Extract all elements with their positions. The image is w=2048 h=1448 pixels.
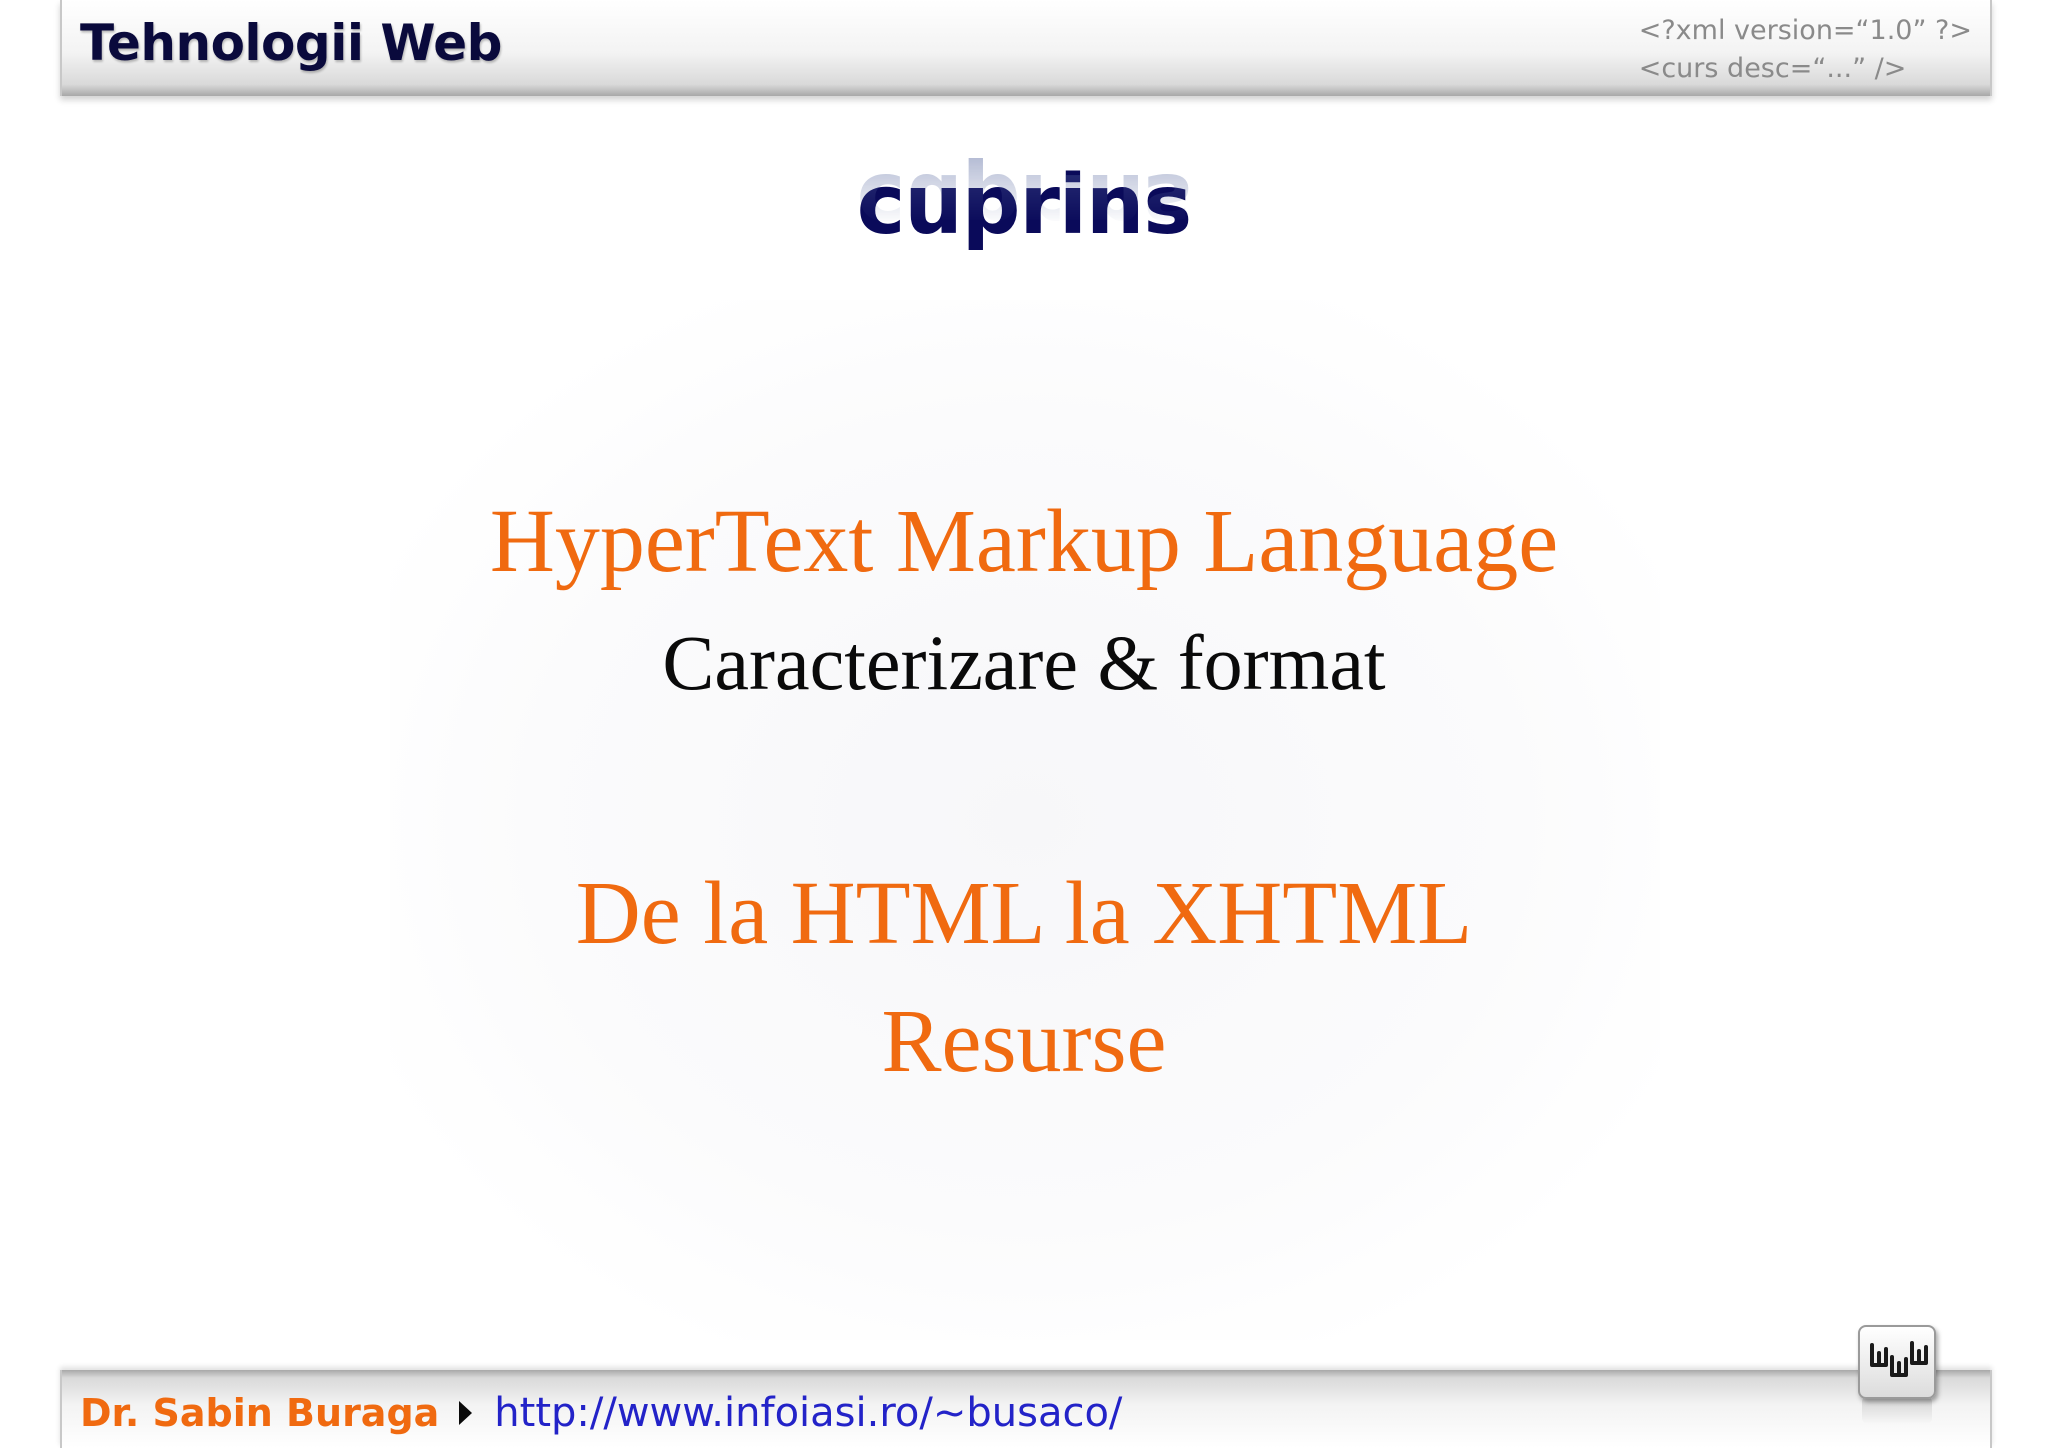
background-glow — [390, 300, 1660, 1340]
footer-url-link[interactable]: http://www.infoiasi.ro/~busaco/ — [494, 1390, 1122, 1436]
header-code-line-2: <curs desc=“...” /> — [1638, 53, 1907, 84]
header-code-snippet: <?xml version=“1.0” ?> <curs desc=“...” … — [1639, 12, 1972, 88]
slide-title-reflection: cuprins — [856, 155, 1192, 250]
content-item-subtitle: Caracterizare & format — [662, 619, 1386, 706]
content-item-html-to-xhtml: De la HTML la XHTML — [575, 864, 1473, 963]
content-item-resources: Resurse — [881, 992, 1167, 1091]
content-item-html: HyperText Markup Language — [489, 492, 1559, 591]
footer-content: Dr. Sabin Buraga http://www.infoiasi.ro/… — [80, 1388, 1122, 1438]
header-code-line-1: <?xml version=“1.0” ?> — [1638, 15, 1972, 46]
slide: Tehnologii Web <?xml version=“1.0” ?> <c… — [0, 0, 2048, 1448]
arrow-right-icon — [459, 1401, 473, 1425]
header-title: Tehnologii Web — [80, 14, 502, 72]
footer-author: Dr. Sabin Buraga — [80, 1391, 440, 1435]
web-logo-icon — [1858, 1325, 1936, 1399]
